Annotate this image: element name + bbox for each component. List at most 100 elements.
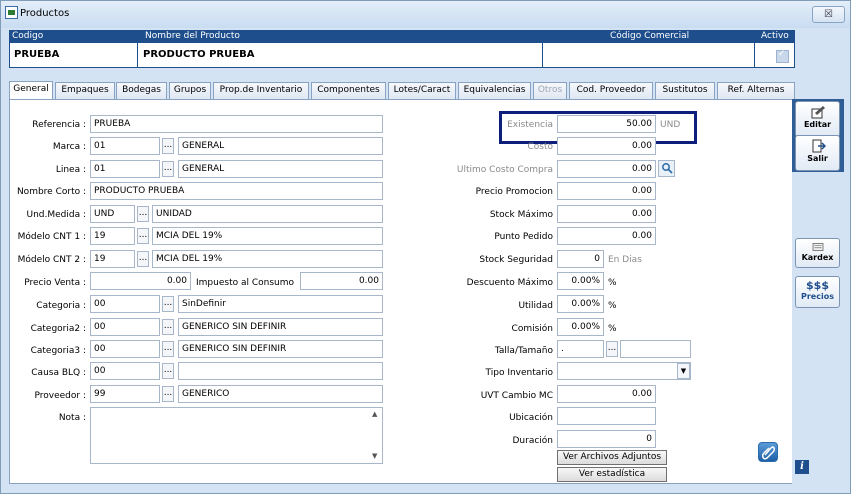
product-header-values: PRUEBA PRODUCTO PRUEBA bbox=[9, 42, 795, 68]
tab-sustitutos[interactable]: Sustitutos bbox=[655, 82, 715, 99]
referencia-label: Referencia : bbox=[32, 120, 86, 130]
und-medida-lookup-button[interactable]: ... bbox=[137, 206, 149, 222]
stock-maximo-input[interactable]: 0.00 bbox=[557, 205, 656, 223]
nombre-field[interactable]: PRODUCTO PRUEBA bbox=[143, 49, 254, 60]
duracion-label: Duración bbox=[512, 436, 553, 446]
marca-desc: GENERAL bbox=[178, 137, 383, 155]
ubicacion-input[interactable] bbox=[557, 407, 656, 425]
percent-sign: % bbox=[608, 301, 617, 311]
proveedor-label: Proveedor : bbox=[34, 391, 87, 401]
modelo1-lookup-button[interactable]: ... bbox=[137, 228, 149, 244]
tab-ref-alternas[interactable]: Ref. Alternas bbox=[717, 82, 795, 99]
duracion-input[interactable]: 0 bbox=[557, 430, 656, 448]
costo-label: Costo bbox=[527, 142, 553, 152]
kardex-button[interactable]: Kardex bbox=[795, 238, 840, 268]
linea-lookup-button[interactable]: ... bbox=[162, 161, 174, 177]
precio-promocion-input[interactable]: 0.00 bbox=[557, 182, 656, 200]
uvt-input[interactable]: 0.00 bbox=[557, 385, 656, 403]
scroll-up-icon[interactable]: ▲ bbox=[372, 410, 377, 418]
und-medida-code-input[interactable]: UND bbox=[90, 205, 135, 223]
talla-lookup-button[interactable]: ... bbox=[606, 341, 618, 357]
modelo1-code-input[interactable]: 19 bbox=[90, 227, 135, 245]
categoria2-label: Categoria2 : bbox=[30, 324, 86, 334]
info-icon[interactable]: i bbox=[795, 460, 809, 474]
uvt-label: UVT Cambio MC bbox=[480, 391, 553, 401]
divider bbox=[754, 43, 755, 67]
tab-equivalencias[interactable]: Equivalencias bbox=[458, 82, 531, 99]
proveedor-desc: GENERICO bbox=[178, 385, 383, 403]
modelo2-desc: MCIA DEL 19% bbox=[152, 250, 383, 268]
header-comercial: Código Comercial bbox=[610, 31, 690, 41]
modelo2-label: Módelo CNT 2 : bbox=[17, 255, 86, 265]
linea-label: Linea : bbox=[55, 165, 86, 175]
costo-value: 0.00 bbox=[557, 137, 656, 155]
search-icon[interactable] bbox=[658, 160, 675, 177]
dropdown-arrow-icon[interactable]: ▼ bbox=[677, 363, 690, 379]
comision-input[interactable]: 0.00% bbox=[557, 318, 604, 336]
exit-icon bbox=[812, 139, 826, 153]
tab-grupos[interactable]: Grupos bbox=[169, 82, 211, 99]
attachment-button[interactable] bbox=[758, 442, 778, 462]
stock-seguridad-input[interactable]: 0 bbox=[557, 250, 604, 268]
nombre-corto-input[interactable]: PRODUCTO PRUEBA bbox=[90, 182, 383, 200]
categoria-lookup-button[interactable]: ... bbox=[162, 296, 174, 312]
tab-general[interactable]: General bbox=[9, 81, 53, 99]
product-header: Codigo Nombre del Producto Código Comerc… bbox=[9, 30, 795, 42]
marca-lookup-button[interactable]: ... bbox=[162, 138, 174, 154]
tab-cod-proveedor[interactable]: Cod. Proveedor bbox=[569, 82, 653, 99]
proveedor-lookup-button[interactable]: ... bbox=[162, 386, 174, 402]
editar-button[interactable]: Editar bbox=[795, 101, 840, 137]
linea-code-input[interactable]: 01 bbox=[90, 160, 160, 178]
proveedor-code-input[interactable]: 99 bbox=[90, 385, 160, 403]
marca-code-input[interactable]: 01 bbox=[90, 137, 160, 155]
app-icon bbox=[5, 6, 18, 19]
causa-blq-lookup-button[interactable]: ... bbox=[162, 363, 174, 379]
und-medida-desc: UNIDAD bbox=[152, 205, 383, 223]
precio-venta-input[interactable]: 0.00 bbox=[90, 272, 191, 290]
causa-blq-label: Causa BLQ : bbox=[31, 368, 86, 378]
ver-estadistica-button[interactable]: Ver estadística bbox=[557, 467, 667, 482]
categoria3-lookup-button[interactable]: ... bbox=[162, 341, 174, 357]
punto-pedido-input[interactable]: 0.00 bbox=[557, 227, 656, 245]
divider bbox=[542, 43, 543, 67]
tab-lotes[interactable]: Lotes/Caract bbox=[388, 82, 456, 99]
price-icon: $$$ bbox=[806, 279, 829, 292]
nota-textarea[interactable] bbox=[90, 407, 383, 464]
stock-seguridad-label: Stock Seguridad bbox=[479, 255, 553, 265]
categoria3-code-input[interactable]: 00 bbox=[90, 340, 160, 358]
tab-prop-inventario[interactable]: Prop.de Inventario bbox=[213, 82, 309, 99]
activo-checkbox[interactable] bbox=[776, 49, 789, 63]
comision-label: Comisión bbox=[511, 324, 553, 334]
tab-bodegas[interactable]: Bodegas bbox=[116, 82, 167, 99]
talla-input[interactable]: . bbox=[557, 340, 604, 358]
precios-label: Precios bbox=[801, 292, 834, 301]
ver-archivos-adjuntos-button[interactable]: Ver Archivos Adjuntos bbox=[557, 450, 667, 465]
causa-blq-code-input[interactable]: 00 bbox=[90, 362, 160, 380]
categoria3-label: Categoria3 : bbox=[30, 346, 86, 356]
divider bbox=[137, 43, 138, 67]
stock-seguridad-unit: En Dias bbox=[608, 255, 642, 265]
utilidad-input[interactable]: 0.00% bbox=[557, 295, 604, 313]
modelo2-code-input[interactable]: 19 bbox=[90, 250, 135, 268]
header-nombre: Nombre del Producto bbox=[145, 31, 240, 41]
tipo-inventario-select[interactable] bbox=[557, 362, 691, 380]
categoria-code-input[interactable]: 00 bbox=[90, 295, 160, 313]
referencia-input[interactable]: PRUEBA bbox=[90, 115, 383, 133]
close-button[interactable]: ☒ bbox=[812, 6, 845, 23]
precios-button[interactable]: $$$ Precios bbox=[795, 276, 840, 308]
scroll-down-icon[interactable]: ▼ bbox=[372, 452, 377, 460]
modelo2-lookup-button[interactable]: ... bbox=[137, 251, 149, 267]
categoria2-lookup-button[interactable]: ... bbox=[162, 319, 174, 335]
percent-sign: % bbox=[608, 324, 617, 334]
categoria2-code-input[interactable]: 00 bbox=[90, 318, 160, 336]
tab-empaques[interactable]: Empaques bbox=[55, 82, 115, 99]
descuento-maximo-input[interactable]: 0.00% bbox=[557, 272, 604, 290]
salir-button[interactable]: Salir bbox=[795, 135, 840, 171]
nombre-corto-label: Nombre Corto : bbox=[16, 187, 86, 197]
impuesto-input[interactable]: 0.00 bbox=[300, 272, 383, 290]
categoria3-desc: GENERICO SIN DEFINIR bbox=[178, 340, 383, 358]
codigo-field[interactable]: PRUEBA bbox=[14, 49, 59, 60]
modelo1-desc: MCIA DEL 19% bbox=[152, 227, 383, 245]
nota-label: Nota : bbox=[58, 413, 86, 423]
tab-componentes[interactable]: Componentes bbox=[311, 82, 386, 99]
